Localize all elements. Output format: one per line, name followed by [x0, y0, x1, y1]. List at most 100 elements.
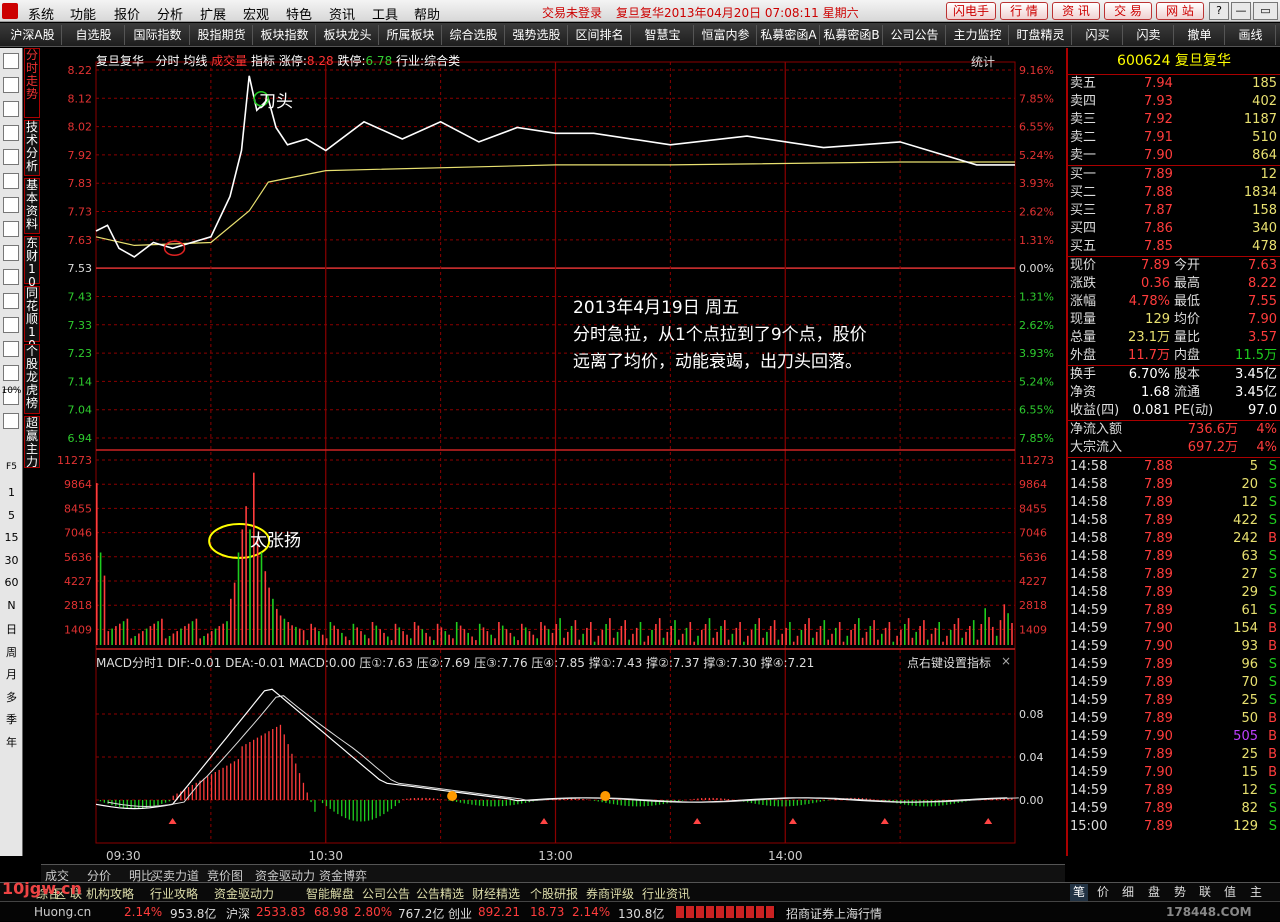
- toolbar-button-16[interactable]: 盯盘精灵: [1010, 25, 1072, 45]
- left-tool-icon-10[interactable]: [3, 293, 19, 309]
- info-tab-6[interactable]: 智能解盘: [306, 885, 354, 902]
- menu-item-system[interactable]: 系统: [28, 4, 54, 23]
- menu-item-help[interactable]: 帮助: [414, 4, 440, 23]
- left-tool-icon-11[interactable]: [3, 317, 19, 333]
- period-9[interactable]: 多: [0, 689, 23, 705]
- flash-trade-button[interactable]: 闪电手: [946, 2, 996, 20]
- left-tool-icon-3[interactable]: [3, 125, 19, 141]
- toolbar-button-5[interactable]: 板块龙头: [317, 25, 379, 45]
- vertical-tab-4[interactable]: 同花顺10: [24, 286, 40, 342]
- info-tab-7[interactable]: 公司公告: [362, 885, 410, 902]
- period-6[interactable]: 日: [0, 621, 23, 637]
- period-8[interactable]: 月: [0, 666, 23, 682]
- left-tool-icon-13[interactable]: [3, 365, 19, 381]
- period-11[interactable]: 年: [0, 734, 23, 750]
- right-tab-1[interactable]: 价: [1097, 884, 1109, 901]
- trade-button[interactable]: 交 易: [1104, 2, 1152, 20]
- vertical-tab-5[interactable]: 个股龙虎榜: [24, 344, 40, 414]
- right-tab-3[interactable]: 盘: [1148, 884, 1160, 901]
- left-tool-icon-8[interactable]: [3, 245, 19, 261]
- toolbar-button-20[interactable]: 画线: [1226, 25, 1276, 45]
- asks-row[interactable]: 卖二7.91510: [1068, 129, 1280, 147]
- menu-item-macro[interactable]: 宏观: [243, 4, 269, 23]
- news-button[interactable]: 资 讯: [1052, 2, 1100, 20]
- vertical-tab-2[interactable]: 基本资料: [24, 178, 40, 234]
- info-tab-5[interactable]: 资金驱动力: [214, 885, 274, 902]
- menu-item-analysis[interactable]: 分析: [157, 4, 183, 23]
- toolbar-button-8[interactable]: 强势选股: [506, 25, 568, 45]
- vertical-tab-3[interactable]: 东财10: [24, 236, 40, 284]
- toolbar-button-15[interactable]: 主力监控: [947, 25, 1009, 45]
- minimize-button[interactable]: —: [1231, 2, 1251, 20]
- menu-item-quote[interactable]: 报价: [114, 4, 140, 23]
- period-1[interactable]: 5: [0, 509, 23, 522]
- right-tab-5[interactable]: 联: [1199, 884, 1211, 901]
- menu-item-function[interactable]: 功能: [70, 4, 96, 23]
- left-tool-icon-6[interactable]: [3, 197, 19, 213]
- index-label-hs[interactable]: 沪深: [226, 905, 250, 922]
- period-5[interactable]: N: [0, 599, 23, 612]
- menu-item-extend[interactable]: 扩展: [200, 4, 226, 23]
- left-tool-icon-1[interactable]: [3, 77, 19, 93]
- left-pct-label[interactable]: 10%: [0, 386, 23, 396]
- asks-row[interactable]: 卖一7.90864: [1068, 147, 1280, 165]
- period-7[interactable]: 周: [0, 644, 23, 660]
- period-0[interactable]: 1: [0, 486, 23, 499]
- bids-row[interactable]: 买三7.87158: [1068, 202, 1280, 220]
- right-tab-7[interactable]: 主: [1250, 884, 1262, 901]
- left-f5-label[interactable]: F5: [0, 462, 23, 472]
- macd-close-icon[interactable]: ×: [1001, 654, 1011, 668]
- info-tab-4[interactable]: 行业攻略: [150, 885, 198, 902]
- toolbar-button-12[interactable]: 私募密函A: [758, 25, 820, 45]
- toolbar-button-17[interactable]: 闪买: [1073, 25, 1123, 45]
- index-label-cy[interactable]: 创业: [448, 905, 472, 922]
- left-tool-icon-15[interactable]: [3, 413, 19, 429]
- right-tab-6[interactable]: 值: [1224, 884, 1236, 901]
- period-10[interactable]: 季: [0, 711, 23, 727]
- right-tab-2[interactable]: 细: [1122, 884, 1134, 901]
- menu-item-news[interactable]: 资讯: [329, 4, 355, 23]
- toolbar-button-10[interactable]: 智慧宝: [632, 25, 694, 45]
- vertical-tab-1[interactable]: 技术分析: [24, 120, 40, 176]
- left-tool-icon-4[interactable]: [3, 149, 19, 165]
- menu-item-tools[interactable]: 工具: [372, 4, 398, 23]
- mode-indicator[interactable]: 指标: [251, 54, 275, 68]
- left-tool-icon-5[interactable]: [3, 173, 19, 189]
- info-tab-8[interactable]: 公告精选: [416, 885, 464, 902]
- toolbar-button-1[interactable]: 自选股: [63, 25, 125, 45]
- info-tab-3[interactable]: 机构攻略: [86, 885, 134, 902]
- toolbar-button-14[interactable]: 公司公告: [884, 25, 946, 45]
- info-tab-12[interactable]: 行业资讯: [642, 885, 690, 902]
- left-tool-icon-12[interactable]: [3, 341, 19, 357]
- toolbar-button-3[interactable]: 股指期货: [191, 25, 253, 45]
- right-tab-0[interactable]: 笔: [1070, 884, 1088, 901]
- vertical-tab-6[interactable]: 超赢主力: [24, 416, 40, 468]
- info-tab-11[interactable]: 券商评级: [586, 885, 634, 902]
- period-4[interactable]: 60: [0, 576, 23, 589]
- toolbar-button-11[interactable]: 恒富内参: [695, 25, 757, 45]
- bids-row[interactable]: 买一7.8912: [1068, 166, 1280, 184]
- info-tab-10[interactable]: 个股研报: [530, 885, 578, 902]
- bids-row[interactable]: 买五7.85478: [1068, 238, 1280, 256]
- toolbar-button-18[interactable]: 闪卖: [1124, 25, 1174, 45]
- market-button[interactable]: 行 情: [1000, 2, 1048, 20]
- info-tab-9[interactable]: 财经精选: [472, 885, 520, 902]
- toolbar-button-13[interactable]: 私募密函B: [821, 25, 883, 45]
- toolbar-button-7[interactable]: 综合选股: [443, 25, 505, 45]
- toolbar-button-9[interactable]: 区间排名: [569, 25, 631, 45]
- asks-row[interactable]: 卖三7.921187: [1068, 111, 1280, 129]
- bids-row[interactable]: 买四7.86340: [1068, 220, 1280, 238]
- left-tool-icon-2[interactable]: [3, 101, 19, 117]
- asks-row[interactable]: 卖五7.94185: [1068, 75, 1280, 93]
- website-button[interactable]: 网 站: [1156, 2, 1204, 20]
- left-tool-icon-0[interactable]: [3, 53, 19, 69]
- help-window-button[interactable]: ?: [1209, 2, 1229, 20]
- mode-volume[interactable]: 成交量: [211, 54, 247, 68]
- vertical-tab-0[interactable]: 分时走势: [24, 48, 40, 118]
- right-tab-4[interactable]: 势: [1174, 884, 1186, 901]
- left-tool-icon-7[interactable]: [3, 221, 19, 237]
- toolbar-button-2[interactable]: 国际指数: [126, 25, 190, 45]
- indicator-hint[interactable]: 点右键设置指标: [907, 654, 991, 671]
- asks-row[interactable]: 卖四7.93402: [1068, 93, 1280, 111]
- mode-intraday[interactable]: 分时: [155, 54, 179, 68]
